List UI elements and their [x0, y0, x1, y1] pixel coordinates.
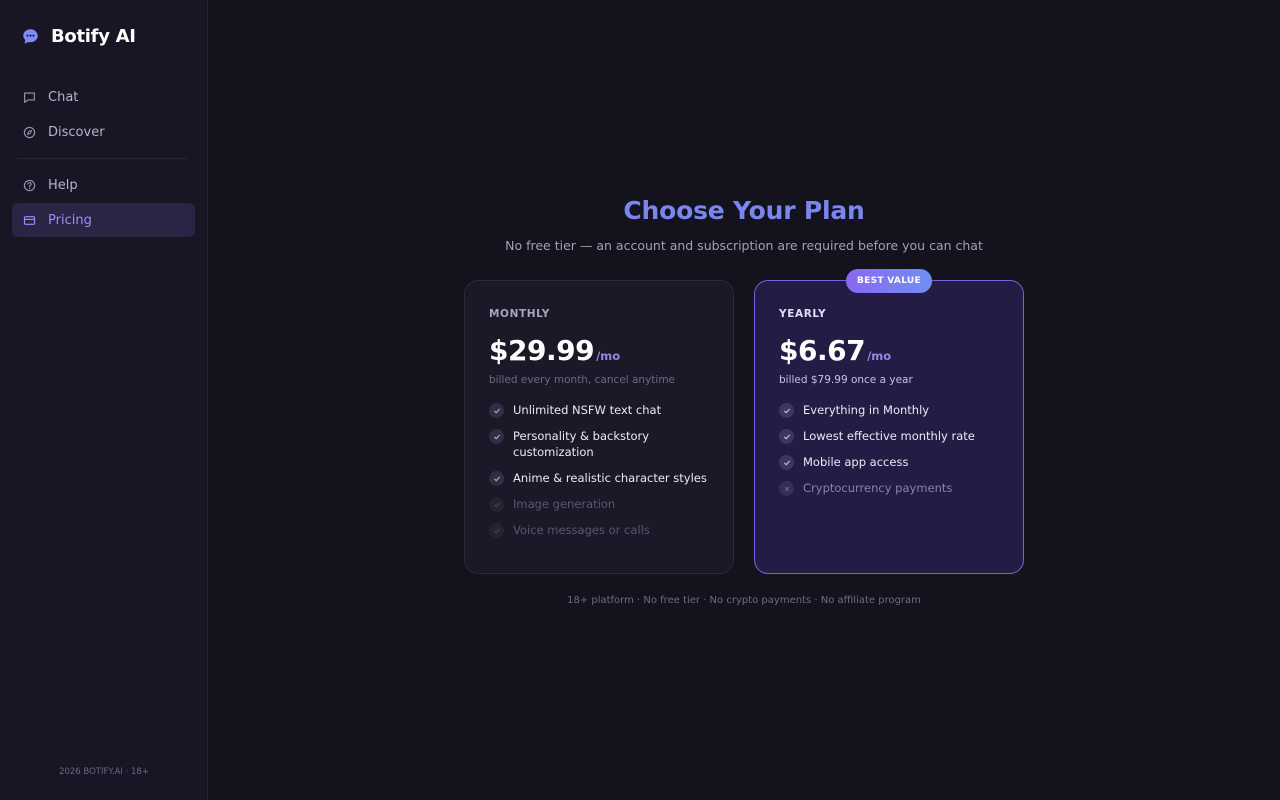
- page-subtitle: No free tier — an account and subscripti…: [505, 238, 983, 253]
- check-icon: [489, 523, 504, 538]
- feature-list: Everything in Monthly Lowest effective m…: [779, 402, 999, 496]
- sidebar-item-label: Chat: [48, 89, 79, 105]
- sidebar: Botify AI Chat Discover Help Pricing 202…: [0, 0, 208, 800]
- feature-text: Unlimited NSFW text chat: [513, 403, 662, 417]
- compass-icon: [23, 126, 36, 138]
- feature-item: Anime & realistic character styles: [489, 470, 709, 486]
- feature-text: Voice messages or calls: [513, 523, 650, 537]
- plan-price: $6.67: [779, 334, 866, 367]
- feature-text: Cryptocurrency payments: [803, 481, 953, 495]
- plan-card-monthly[interactable]: MONTHLY $29.99 /mo billed every month, c…: [464, 280, 734, 574]
- sidebar-footer: 2026 BOTIFY.AI · 18+: [59, 767, 149, 777]
- plan-period: /mo: [867, 349, 892, 363]
- check-icon: [779, 455, 794, 470]
- feature-text: Anime & realistic character styles: [513, 471, 707, 485]
- feature-text: Lowest effective monthly rate: [803, 429, 975, 443]
- check-icon: [489, 429, 504, 444]
- sidebar-item-chat[interactable]: Chat: [12, 80, 195, 114]
- sidebar-item-discover[interactable]: Discover: [12, 115, 195, 149]
- cross-icon: [779, 481, 794, 496]
- sidebar-item-label: Pricing: [48, 212, 92, 228]
- feature-text: Personality & backstory customization: [513, 429, 650, 459]
- check-icon: [489, 497, 504, 512]
- plan-name: MONTHLY: [489, 308, 550, 320]
- check-icon: [489, 403, 504, 418]
- page-title: Choose Your Plan: [623, 196, 865, 225]
- feature-text: Image generation: [513, 497, 616, 511]
- brand-name: Botify AI: [51, 26, 136, 47]
- feature-item: Lowest effective monthly rate: [779, 428, 999, 444]
- price-row: $29.99 /mo: [489, 334, 709, 367]
- feature-item: Mobile app access: [779, 454, 999, 470]
- feature-item: Everything in Monthly: [779, 402, 999, 418]
- credit-card-icon: [23, 215, 36, 225]
- feature-item: Personality & backstory customization: [489, 428, 709, 460]
- plan-period: /mo: [596, 349, 621, 363]
- brand[interactable]: Botify AI: [22, 26, 136, 47]
- sidebar-divider: [17, 158, 188, 159]
- footnote: 18+ platform · No free tier · No crypto …: [567, 595, 921, 606]
- check-icon: [489, 471, 504, 486]
- plan-billing: billed $79.99 once a year: [779, 374, 913, 386]
- sidebar-item-help[interactable]: Help: [12, 168, 195, 202]
- feature-text: Mobile app access: [803, 455, 909, 469]
- chat-bubble-icon: [23, 29, 38, 44]
- plan-price: $29.99: [489, 334, 595, 367]
- feature-item-unavailable: Voice messages or calls: [489, 522, 709, 538]
- feature-list: Unlimited NSFW text chat Personality & b…: [489, 402, 709, 538]
- plan-card-yearly[interactable]: YEARLY $6.67 /mo billed $79.99 once a ye…: [754, 280, 1024, 574]
- price-row: $6.67 /mo: [779, 334, 999, 367]
- feature-item-unavailable: Cryptocurrency payments: [779, 480, 999, 496]
- best-value-badge: BEST VALUE: [846, 269, 932, 293]
- sidebar-item-label: Help: [48, 177, 78, 193]
- feature-item: Unlimited NSFW text chat: [489, 402, 709, 418]
- sidebar-item-pricing[interactable]: Pricing: [12, 203, 195, 237]
- chat-icon: [24, 91, 35, 103]
- feature-item-unavailable: Image generation: [489, 496, 709, 512]
- sidebar-item-label: Discover: [48, 124, 105, 140]
- check-icon: [779, 429, 794, 444]
- check-icon: [779, 403, 794, 418]
- plan-name: YEARLY: [779, 308, 827, 320]
- help-circle-icon: [23, 179, 36, 191]
- feature-text: Everything in Monthly: [803, 403, 930, 417]
- plan-billing: billed every month, cancel anytime: [489, 374, 676, 386]
